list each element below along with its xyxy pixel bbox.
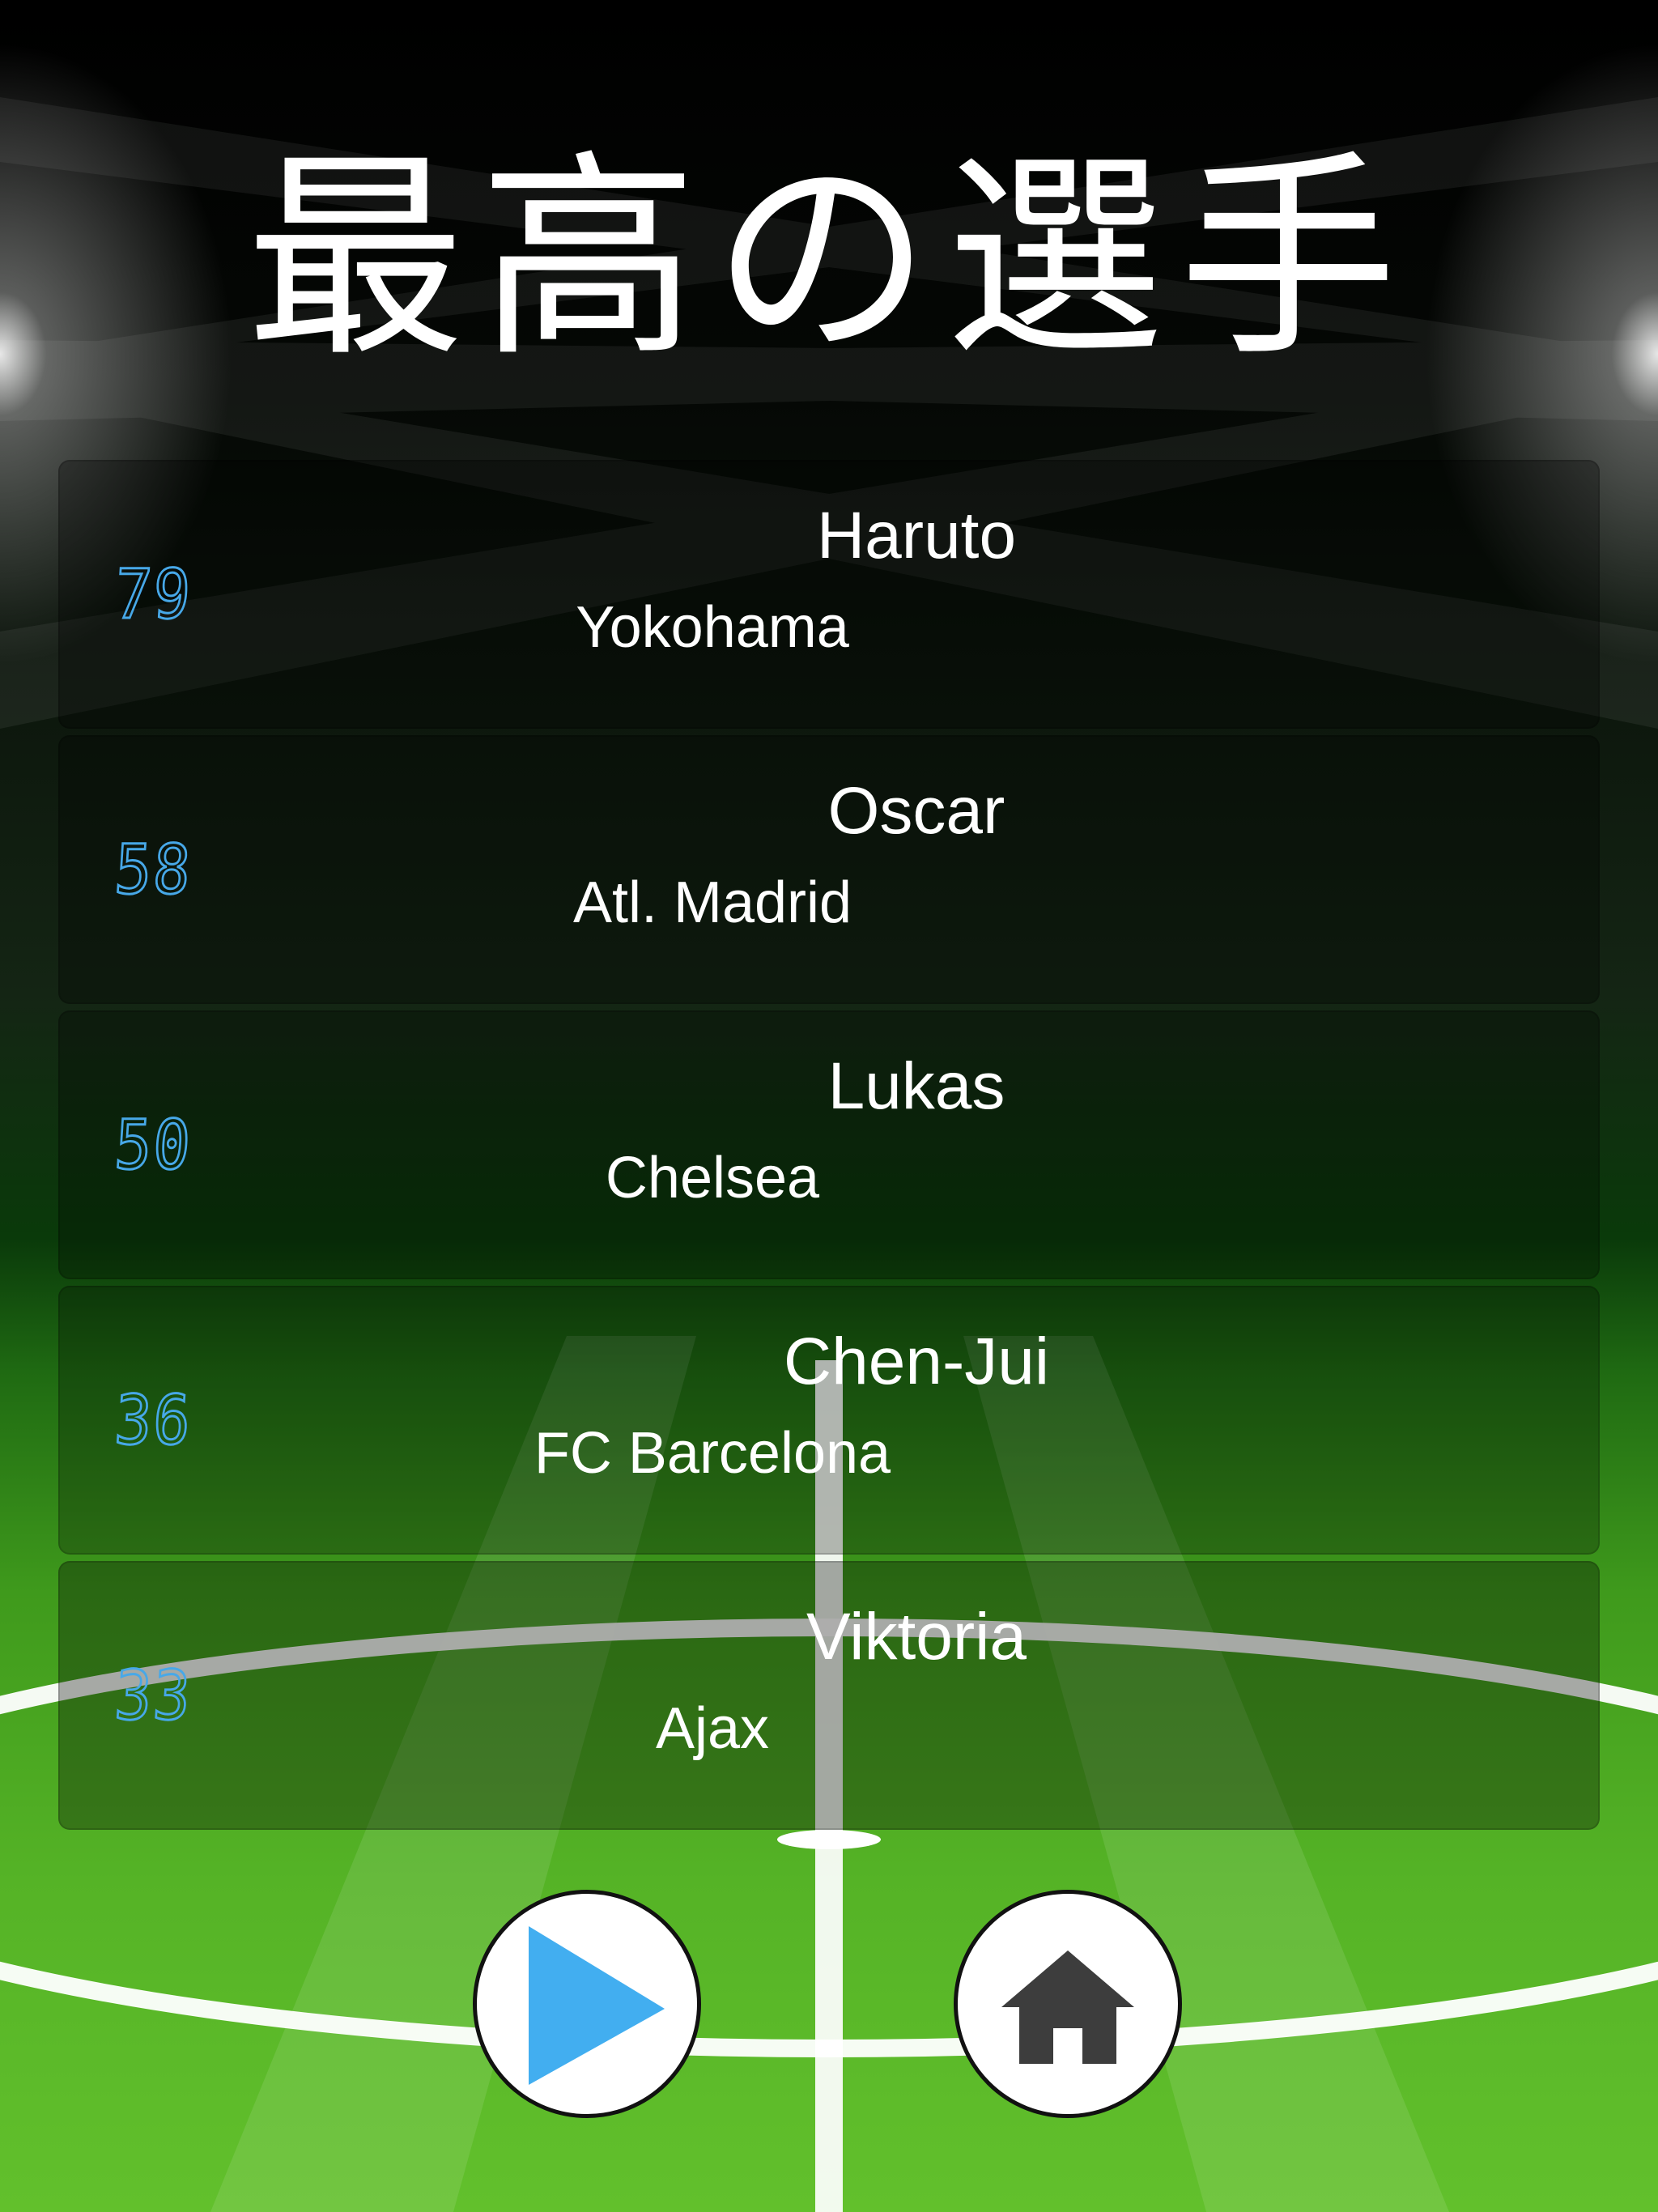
ranking-list: 79 Haruto Yokohama 58 Oscar Atl. Madrid … bbox=[58, 460, 1600, 1836]
home-button[interactable] bbox=[954, 1890, 1182, 2118]
ranking-row-3: 50 Lukas Chelsea bbox=[58, 1010, 1600, 1279]
club-name: Ajax bbox=[655, 1696, 770, 1761]
player-name: Oscar bbox=[827, 774, 1005, 848]
player-name: Lukas bbox=[827, 1049, 1005, 1123]
player-name: Viktoria bbox=[806, 1600, 1027, 1674]
ranking-row-1: 79 Haruto Yokohama bbox=[58, 460, 1600, 729]
home-icon bbox=[1001, 1950, 1134, 2064]
player-name: Haruto bbox=[816, 499, 1017, 572]
ranking-row-5: 33 Viktoria Ajax bbox=[58, 1561, 1600, 1830]
ranking-row-4: 36 Chen-Jui FC Barcelona bbox=[58, 1286, 1600, 1555]
play-button[interactable] bbox=[473, 1890, 701, 2118]
club-name: Yokohama bbox=[576, 595, 849, 660]
club-name: Chelsea bbox=[605, 1146, 820, 1210]
club-name: FC Barcelona bbox=[534, 1421, 891, 1486]
page-title: 最高の選手 bbox=[246, 131, 1412, 386]
club-name: Atl. Madrid bbox=[572, 870, 852, 935]
player-name: Chen-Jui bbox=[783, 1325, 1050, 1398]
play-icon bbox=[529, 1926, 665, 2085]
leaderboard-screen: 最高の選手 79 Haruto Yokohama 58 Oscar Atl. M… bbox=[0, 0, 1658, 2212]
ranking-row-2: 58 Oscar Atl. Madrid bbox=[58, 735, 1600, 1004]
